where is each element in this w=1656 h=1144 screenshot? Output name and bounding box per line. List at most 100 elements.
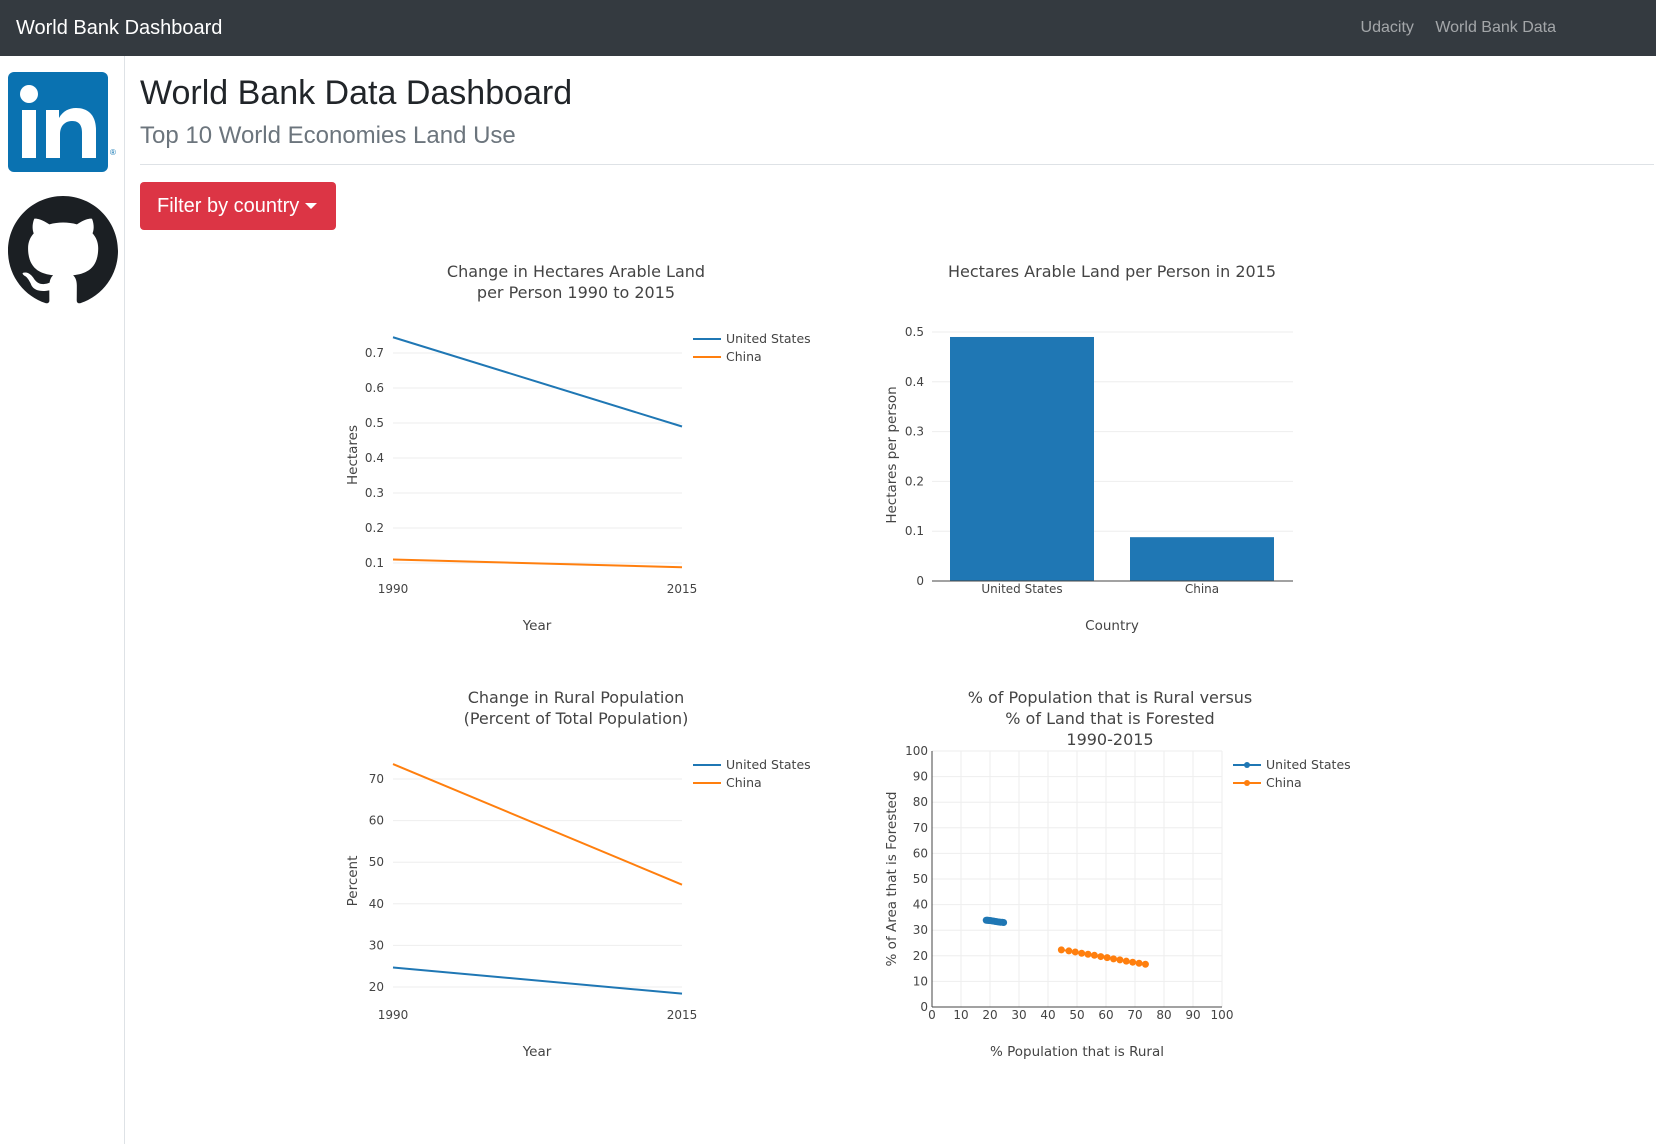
x-tick-label: 100 (1211, 1008, 1234, 1022)
chart-svg: % of Population that is Rural versus % of… (884, 688, 1351, 1060)
scatter-point (1135, 959, 1143, 967)
legend-marker (1244, 762, 1250, 768)
scatter-point (1122, 957, 1130, 965)
series-line (392, 763, 683, 886)
filter-by-country-button[interactable]: Filter by country (140, 182, 336, 230)
scatter-point (1141, 960, 1149, 968)
bar (1130, 537, 1274, 581)
chart-title: Hectares Arable Land per Person in 2015 (948, 262, 1276, 281)
scatter-point (1084, 950, 1092, 958)
y-tick-label: 60 (369, 814, 384, 828)
x-tick-label: 90 (1185, 1008, 1200, 1022)
legend-marker (1244, 780, 1250, 786)
chart-svg: Hectares Arable Land per Person in 2015 0… (884, 262, 1293, 634)
sidebar: ® (0, 56, 125, 1144)
legend-label: China (726, 775, 762, 790)
x-tick-label: China (1185, 582, 1219, 596)
chart-svg: Change in Hectares Arable Land per Person… (345, 262, 811, 634)
scatter-point (1103, 954, 1111, 962)
y-tick-label: 40 (913, 898, 928, 912)
scatter-point (1129, 958, 1137, 966)
legend-label: China (726, 349, 762, 364)
chart-title: % of Land that is Forested (1005, 709, 1214, 728)
y-tick-label: 0.6 (365, 381, 384, 395)
chart-title: (Percent of Total Population) (464, 709, 689, 728)
y-tick-label: 0.5 (905, 325, 924, 339)
y-axis-label: % of Area that is Forested (884, 792, 900, 967)
legend-label: United States (726, 331, 811, 346)
x-tick-label: 60 (1098, 1008, 1113, 1022)
y-tick-label: 100 (905, 744, 928, 758)
chart-title: per Person 1990 to 2015 (477, 283, 675, 302)
x-axis-label: Year (522, 618, 552, 634)
x-tick-label: 2015 (667, 582, 698, 596)
y-tick-label: 90 (913, 770, 928, 784)
github-icon[interactable] (8, 196, 118, 306)
legend-label: United States (726, 757, 811, 772)
y-tick-label: 0.4 (365, 451, 384, 465)
scatter-point (1057, 946, 1065, 954)
x-tick-label: 30 (1011, 1008, 1026, 1022)
chart-title: 1990-2015 (1066, 730, 1153, 749)
x-tick-label: 1990 (378, 1008, 409, 1022)
x-axis-label: Country (1085, 618, 1139, 634)
x-tick-label: 1990 (378, 582, 409, 596)
y-tick-label: 70 (369, 772, 384, 786)
registered-mark-icon: ® (110, 148, 116, 157)
y-tick-label: 0 (916, 574, 924, 588)
y-tick-label: 0.5 (365, 416, 384, 430)
scatter-point (1065, 947, 1073, 955)
y-axis-label: Hectares (345, 425, 361, 485)
chart-rural-population-change: Change in Rural Population (Percent of To… (340, 681, 840, 1086)
nav-link-world-bank-data[interactable]: World Bank Data (1435, 19, 1556, 36)
page-subtitle: Top 10 World Economies Land Use (140, 122, 516, 149)
x-axis-label: % Population that is Rural (990, 1044, 1164, 1060)
x-tick-label: 0 (928, 1008, 936, 1022)
scatter-point (1116, 956, 1124, 964)
nav-link-udacity[interactable]: Udacity (1361, 19, 1414, 36)
y-tick-label: 0.2 (365, 521, 384, 535)
y-tick-label: 50 (913, 872, 928, 886)
scatter-point (1090, 951, 1098, 959)
divider (140, 164, 1654, 165)
chart-svg: Change in Rural Population (Percent of To… (345, 688, 811, 1060)
y-tick-label: 0.1 (365, 556, 384, 570)
x-tick-label: 40 (1040, 1008, 1055, 1022)
y-tick-label: 0.4 (905, 375, 924, 389)
x-axis-label: Year (522, 1044, 552, 1060)
x-tick-label: 80 (1156, 1008, 1171, 1022)
filter-button-label: Filter by country (157, 194, 300, 217)
scatter-point (1078, 949, 1086, 957)
y-tick-label: 0.3 (905, 425, 924, 439)
x-tick-label: 10 (953, 1008, 968, 1022)
x-tick-label: 2015 (667, 1008, 698, 1022)
series-line (392, 336, 683, 428)
legend-label: United States (1266, 757, 1351, 772)
y-tick-label: 0.2 (905, 474, 924, 488)
y-tick-label: 70 (913, 821, 928, 835)
y-tick-label: 10 (913, 974, 928, 988)
y-tick-label: 50 (369, 855, 384, 869)
scatter-point (982, 916, 990, 924)
y-tick-label: 0 (920, 1000, 928, 1014)
scatter-point (1110, 955, 1118, 963)
chart-title: % of Population that is Rural versus (968, 688, 1253, 707)
x-tick-label: 70 (1127, 1008, 1142, 1022)
x-tick-label: 20 (982, 1008, 997, 1022)
y-tick-label: 0.7 (365, 346, 384, 360)
y-tick-label: 0.1 (905, 524, 924, 538)
y-tick-label: 0.3 (365, 486, 384, 500)
chart-title: Change in Hectares Arable Land (447, 262, 705, 281)
bar (950, 336, 1094, 581)
brand-link[interactable]: World Bank Dashboard (16, 17, 222, 40)
chart-arable-land-change: Change in Hectares Arable Land per Person… (340, 255, 840, 660)
linkedin-icon[interactable] (8, 72, 108, 172)
scatter-point (1071, 948, 1079, 956)
y-tick-label: 20 (369, 980, 384, 994)
caret-down-icon (305, 202, 318, 209)
scatter-point (1097, 953, 1105, 961)
series-line (392, 966, 683, 995)
y-tick-label: 30 (913, 923, 928, 937)
chart-title: Change in Rural Population (468, 688, 685, 707)
nav-links: Udacity World Bank Data (1344, 19, 1556, 37)
